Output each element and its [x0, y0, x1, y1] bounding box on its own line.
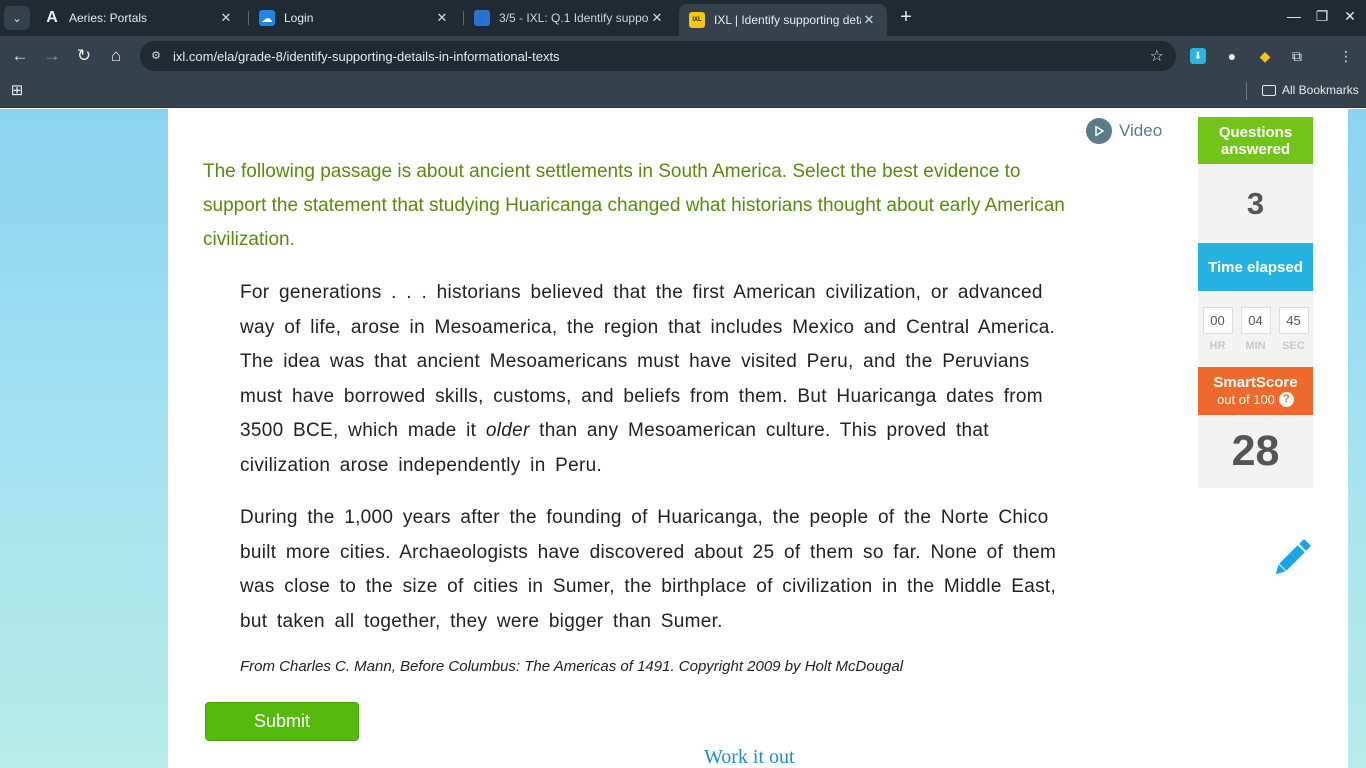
- minimize-icon: —: [1287, 8, 1301, 24]
- extension-bear-icon[interactable]: ●: [1222, 46, 1242, 66]
- tab-login[interactable]: ☁ Login ✕: [249, 0, 460, 36]
- timer-unit-sec: SEC: [1282, 339, 1305, 352]
- close-icon[interactable]: ✕: [434, 10, 450, 26]
- timer-seconds: 45: [1278, 306, 1309, 334]
- tab-title: 3/5 - IXL: Q.1 Identify supporting d: [499, 11, 649, 25]
- emphasized-word: older: [485, 420, 530, 442]
- back-button[interactable]: ←: [9, 45, 31, 67]
- home-icon: ⌂: [110, 46, 122, 65]
- passage-sentence[interactable]: For generations . . . historians believe…: [240, 282, 1055, 338]
- tab-aeries[interactable]: A Aeries: Portals ✕: [34, 0, 244, 36]
- tab-title: IXL | Identify supporting details: [714, 13, 861, 27]
- apps-grid-icon[interactable]: ⊞: [8, 82, 26, 100]
- menu-kebab-icon[interactable]: ⋮: [1336, 46, 1356, 66]
- passage-paragraph-2: During the 1,000 years after the foundin…: [240, 501, 1060, 639]
- cloud-icon: ☁: [259, 10, 275, 26]
- help-icon[interactable]: ?: [1278, 392, 1294, 407]
- timer-unit-min: MIN: [1245, 339, 1266, 352]
- timer-hours: 00: [1202, 306, 1233, 334]
- pencil-icon[interactable]: [1268, 534, 1316, 582]
- timer-unit-hr: HR: [1209, 339, 1226, 352]
- reload-button[interactable]: ↻: [73, 45, 95, 67]
- time-elapsed-timer: 00 HR 04 MIN 45 SEC: [1198, 291, 1313, 367]
- extension-download-icon[interactable]: ⬇: [1190, 48, 1206, 64]
- tab-title: Aeries: Portals: [69, 11, 148, 25]
- question-panel: Video The following passage is about anc…: [168, 109, 1348, 768]
- all-bookmarks-button[interactable]: All Bookmarks: [1262, 83, 1359, 97]
- restore-icon: ❐: [1315, 8, 1329, 24]
- close-icon[interactable]: ✕: [218, 10, 234, 26]
- aeries-logo-icon: A: [46, 9, 58, 26]
- close-icon: ✕: [1344, 8, 1356, 24]
- url-text[interactable]: ixl.com/ela/grade-8/identify-supporting-…: [173, 49, 560, 64]
- restore-button[interactable]: ❐: [1312, 8, 1332, 25]
- work-it-out-link[interactable]: Work it out: [704, 746, 795, 768]
- smartscore-header: SmartScore out of 100?: [1198, 367, 1313, 415]
- plus-icon: +: [900, 6, 912, 28]
- home-button[interactable]: ⌂: [105, 45, 127, 67]
- extension-shape-icon[interactable]: ◆: [1255, 46, 1275, 66]
- passage-citation: From Charles C. Mann, Before Columbus: T…: [240, 658, 904, 675]
- forward-button[interactable]: →: [41, 45, 63, 67]
- questions-answered-header: Questions answered: [1198, 117, 1313, 164]
- timer-minutes: 04: [1240, 306, 1271, 334]
- bookmarks-separator: [1246, 82, 1247, 100]
- folder-icon: [1262, 84, 1276, 96]
- video-button[interactable]: Video: [1086, 118, 1162, 144]
- chevron-down-icon: ⌄: [12, 12, 22, 25]
- all-bookmarks-label: All Bookmarks: [1282, 83, 1359, 97]
- address-bar[interactable]: ⚙ ixl.com/ela/grade-8/identify-supportin…: [140, 41, 1176, 71]
- smartscore-subtitle: out of 100?: [1198, 391, 1313, 408]
- tab-ixl-active[interactable]: IXL IXL | Identify supporting details ✕: [679, 4, 887, 36]
- classroom-icon: 👤: [474, 10, 490, 26]
- tab-search-button[interactable]: ⌄: [4, 6, 30, 30]
- arrow-right-icon: →: [43, 46, 61, 65]
- smartscore-sub-label: out of 100: [1217, 392, 1275, 407]
- reload-icon: ↻: [76, 46, 92, 65]
- minimize-button[interactable]: —: [1284, 8, 1304, 24]
- ixl-logo-icon: IXL: [689, 12, 705, 28]
- arrow-left-icon: ←: [11, 46, 29, 65]
- question-prompt: The following passage is about ancient s…: [203, 161, 1065, 250]
- questions-answered-value: 3: [1198, 164, 1313, 243]
- smartscore-label: SmartScore: [1213, 374, 1298, 391]
- close-window-button[interactable]: ✕: [1340, 8, 1360, 25]
- page-background: Video The following passage is about anc…: [0, 109, 1366, 768]
- time-elapsed-header: Time elapsed: [1198, 243, 1313, 291]
- sentence-part: than any Mesoamerican culture.: [539, 420, 831, 442]
- passage-paragraph-1: For generations . . . historians believe…: [240, 276, 1060, 484]
- passage-sentence[interactable]: Archaeologists have discovered about 25 …: [399, 542, 921, 563]
- close-icon[interactable]: ✕: [861, 12, 877, 28]
- site-info-icon[interactable]: ⚙: [148, 48, 164, 64]
- bookmark-star-icon[interactable]: ☆: [1150, 46, 1164, 66]
- video-label: Video: [1119, 121, 1163, 140]
- browser-toolbar: ← → ↻ ⌂ ⚙ ixl.com/ela/grade-8/identify-s…: [0, 36, 1366, 76]
- bookmarks-bar: ⊞ All Bookmarks: [0, 76, 1366, 108]
- play-icon: [1086, 118, 1112, 144]
- tab-strip: ⌄ A Aeries: Portals ✕ ☁ Login ✕ 👤 3/5 - …: [0, 0, 1366, 36]
- tab-title: Login: [284, 11, 314, 25]
- tab-ixl-question[interactable]: 👤 3/5 - IXL: Q.1 Identify supporting d ✕: [464, 0, 675, 36]
- close-icon[interactable]: ✕: [649, 10, 665, 26]
- smartscore-value: 28: [1198, 415, 1313, 488]
- extensions-puzzle-icon[interactable]: ⧉: [1287, 46, 1307, 66]
- new-tab-button[interactable]: +: [895, 7, 917, 29]
- submit-button[interactable]: Submit: [205, 702, 359, 741]
